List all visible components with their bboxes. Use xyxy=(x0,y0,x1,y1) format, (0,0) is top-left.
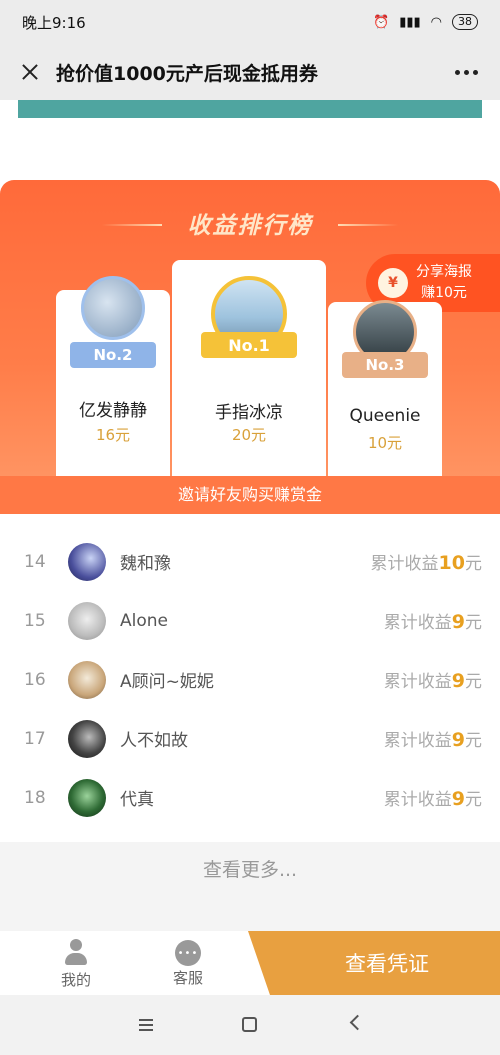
status-bar: 晚上9:16 ⏰ ▮▮▮ ◠ 38 xyxy=(0,0,500,44)
ranking-header: 收益排行榜 xyxy=(187,213,313,239)
list-rank: 15 xyxy=(24,610,46,631)
page-title: 抢价值1000元产后现金抵用券 xyxy=(56,62,318,85)
podium-earnings: 16元 xyxy=(95,426,131,444)
podium-card-3: No.3 Queenie 10元 xyxy=(328,300,442,490)
back-icon[interactable] xyxy=(349,1014,366,1031)
list-name: 魏和豫 xyxy=(120,554,171,574)
list-earnings: 累计收益9元 xyxy=(383,729,482,751)
view-more-link[interactable]: 查看更多... xyxy=(0,842,500,898)
title-bar: 抢价值1000元产后现金抵用券 xyxy=(0,44,500,100)
wifi-icon: ◠ xyxy=(430,14,442,30)
podium-name: Queenie xyxy=(349,406,421,426)
signal-icon: ▮▮▮ xyxy=(399,14,421,30)
status-time: 晚上9:16 xyxy=(22,13,86,32)
person-icon xyxy=(64,939,88,967)
podium-card-2: No.2 亿发静静 16元 xyxy=(56,276,170,490)
alarm-icon: ⏰ xyxy=(373,14,390,30)
ranking-list: 14 魏和豫 累计收益10元 15 Alone 累计收益9元 16 A顾问~妮妮… xyxy=(0,532,500,827)
list-item[interactable]: 14 魏和豫 累计收益10元 xyxy=(0,532,500,591)
avatar xyxy=(68,719,106,758)
header-decoration xyxy=(338,224,398,226)
share-reward: 赚10元 xyxy=(421,285,467,301)
more-options-icon[interactable] xyxy=(449,64,484,81)
share-label: 分享海报 xyxy=(416,264,472,280)
list-rank: 17 xyxy=(24,728,46,749)
list-name: A顾问~妮妮 xyxy=(120,672,214,692)
action-bar: 我的 ••• 客服 查看凭证 xyxy=(0,931,500,995)
podium-earnings: 20元 xyxy=(231,426,267,444)
podium-name: 手指冰凉 xyxy=(215,403,283,423)
close-icon[interactable] xyxy=(16,58,44,86)
menu-icon[interactable] xyxy=(139,1019,153,1031)
list-item[interactable]: 15 Alone 累计收益9元 xyxy=(0,591,500,650)
list-item[interactable]: 17 人不如故 累计收益9元 xyxy=(0,709,500,768)
podium-earnings: 10元 xyxy=(367,434,403,452)
list-name: Alone xyxy=(120,610,168,631)
list-earnings: 累计收益9元 xyxy=(383,611,482,633)
tab-customer-service[interactable]: ••• 客服 xyxy=(148,935,228,988)
rank-ribbon: No.1 xyxy=(201,332,297,358)
podium-name: 亿发静静 xyxy=(79,401,147,421)
system-nav-bar xyxy=(0,995,500,1055)
avatar xyxy=(81,276,145,340)
main-content: 收益排行榜 ¥ 分享海报 赚10元 No.2 亿发静静 16元 No.1 手指冰… xyxy=(0,100,500,931)
podium-card-1: No.1 手指冰凉 20元 xyxy=(172,260,326,490)
home-icon[interactable] xyxy=(242,1017,257,1032)
list-item[interactable]: 16 A顾问~妮妮 累计收益9元 xyxy=(0,650,500,709)
list-name: 人不如故 xyxy=(120,731,188,751)
ranking-panel: 收益排行榜 ¥ 分享海报 赚10元 No.2 亿发静静 16元 No.1 手指冰… xyxy=(0,180,500,514)
list-item[interactable]: 18 代真 累计收益9元 xyxy=(0,768,500,827)
battery-indicator: 38 xyxy=(452,14,478,30)
tab-me[interactable]: 我的 xyxy=(36,935,116,990)
rank-ribbon: No.2 xyxy=(70,342,156,368)
tab-service-label: 客服 xyxy=(172,969,203,987)
avatar xyxy=(68,542,106,581)
avatar xyxy=(68,778,106,817)
banner-strip xyxy=(18,100,482,118)
list-rank: 18 xyxy=(24,787,46,808)
avatar xyxy=(68,660,106,699)
chat-icon: ••• xyxy=(175,940,201,966)
more-area: 查看更多... xyxy=(0,842,500,931)
tab-me-label: 我的 xyxy=(60,971,91,989)
list-earnings: 累计收益9元 xyxy=(383,788,482,810)
list-rank: 14 xyxy=(24,551,46,572)
invite-banner[interactable]: 邀请好友购买赚赏金 xyxy=(0,476,500,514)
rank-ribbon: No.3 xyxy=(342,352,428,378)
money-bag-icon: ¥ xyxy=(378,268,408,298)
list-rank: 16 xyxy=(24,669,46,690)
view-voucher-button[interactable]: 查看凭证 xyxy=(248,931,500,995)
avatar xyxy=(68,601,106,640)
list-earnings: 累计收益10元 xyxy=(370,552,482,574)
list-earnings: 累计收益9元 xyxy=(383,670,482,692)
status-icons: ⏰ ▮▮▮ ◠ 38 xyxy=(373,14,478,30)
list-name: 代真 xyxy=(120,790,154,810)
